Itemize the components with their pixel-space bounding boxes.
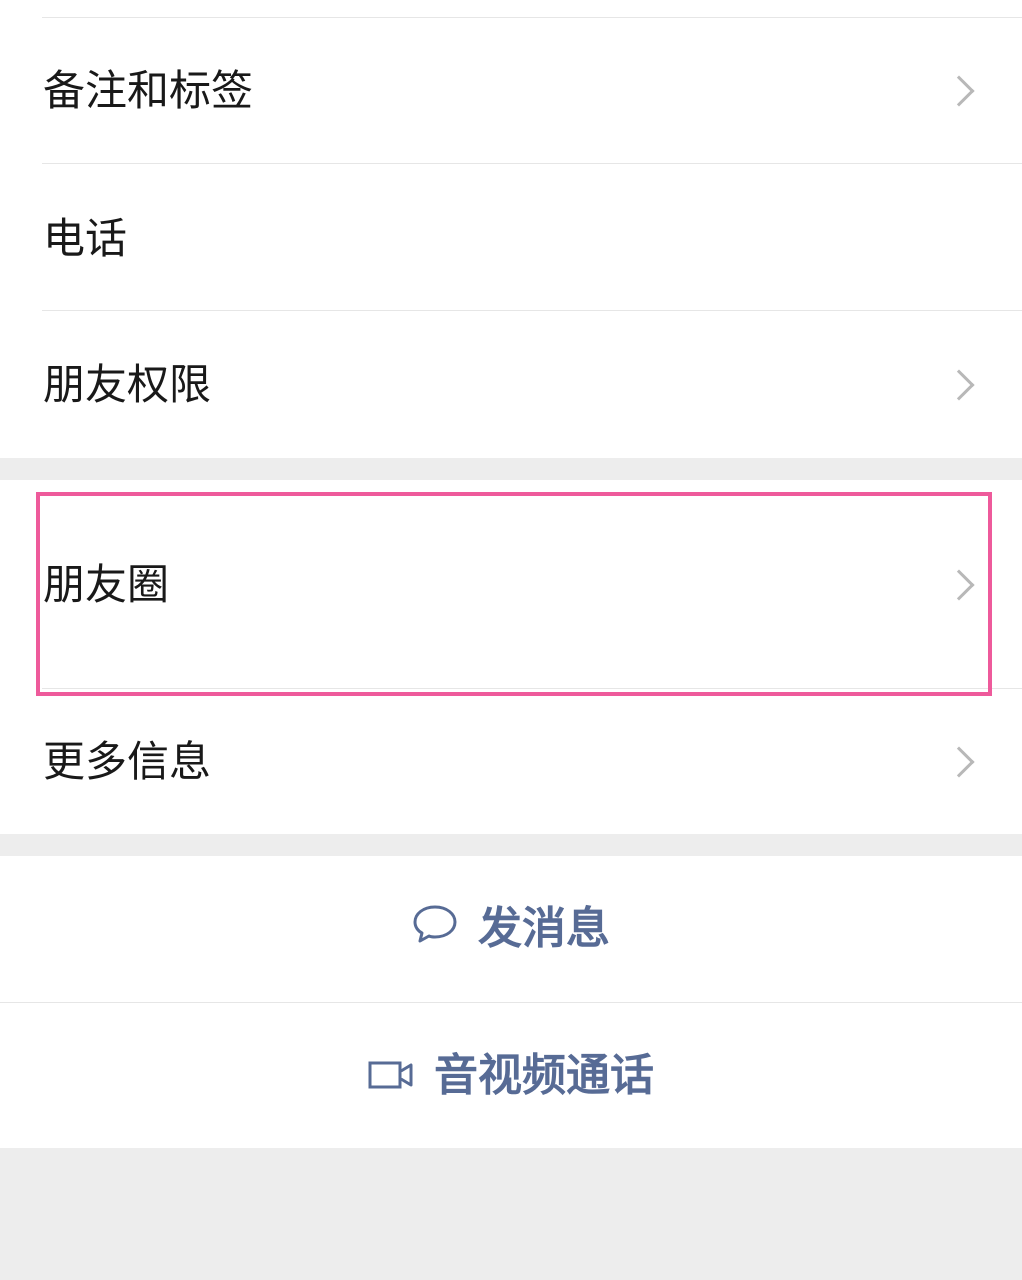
- more-info-row[interactable]: 更多信息: [0, 689, 1022, 834]
- video-camera-icon: [368, 1051, 414, 1102]
- remarks-tags-row[interactable]: 备注和标签: [0, 18, 1022, 164]
- friend-permissions-row[interactable]: 朋友权限: [0, 311, 1022, 458]
- send-message-button[interactable]: 发消息: [0, 856, 1022, 1002]
- phone-row[interactable]: 电话: [0, 164, 1022, 310]
- send-message-label: 发消息: [478, 903, 610, 954]
- chat-bubble-icon: [412, 904, 458, 955]
- chevron-right-icon: [943, 369, 975, 401]
- contact-settings-section: 备注和标签 电话 朋友权限: [0, 0, 1022, 458]
- remarks-tags-label: 备注和标签: [43, 66, 254, 115]
- video-call-label: 音视频通话: [434, 1050, 654, 1101]
- video-call-button[interactable]: 音视频通话: [0, 1003, 1022, 1149]
- actions-section: 发消息 音视频通话: [0, 856, 1022, 1148]
- moments-label: 朋友圈: [43, 560, 170, 609]
- moments-section: 朋友圈 更多信息: [0, 480, 1022, 834]
- chevron-right-icon: [943, 746, 975, 778]
- moments-row[interactable]: 朋友圈: [0, 480, 1022, 688]
- more-info-label: 更多信息: [43, 737, 212, 786]
- phone-label: 电话: [43, 214, 128, 263]
- chevron-right-icon: [943, 75, 975, 107]
- friend-permissions-label: 朋友权限: [43, 360, 212, 409]
- chevron-right-icon: [943, 569, 975, 601]
